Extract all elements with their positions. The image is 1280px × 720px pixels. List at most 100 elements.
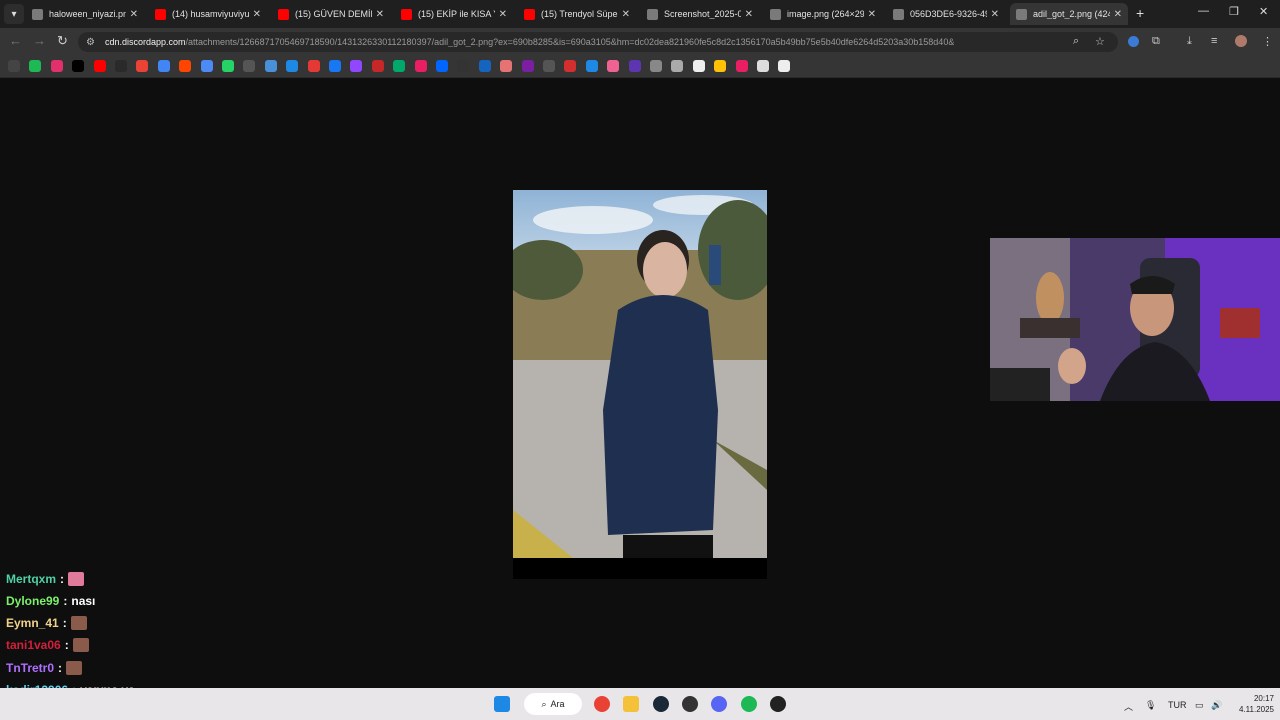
emote-icon: [68, 572, 85, 586]
bookmark-icon[interactable]: [50, 60, 63, 72]
minimize-icon[interactable]: —: [1198, 5, 1209, 17]
close-tab-icon[interactable]: ✕: [868, 9, 876, 20]
clock[interactable]: 20:17 4.11.2025: [1226, 693, 1274, 715]
bookmark-icon[interactable]: [200, 60, 213, 72]
bookmark-icon[interactable]: [500, 60, 513, 72]
bookmark-icon[interactable]: [371, 60, 384, 72]
tab[interactable]: (15) Trendyol Süper L ✕: [518, 3, 636, 25]
restore-icon[interactable]: ❐: [1229, 5, 1239, 18]
tab[interactable]: (15) EKİP ile KISA YO ✕: [395, 3, 513, 25]
microphone-icon[interactable]: 🎙: [1145, 700, 1156, 711]
bookmark-icon[interactable]: [564, 60, 577, 72]
tray-chevron-icon[interactable]: ︿: [1124, 700, 1133, 713]
steam-icon[interactable]: [653, 696, 669, 712]
close-tab-icon[interactable]: ✕: [499, 9, 507, 20]
language-indicator[interactable]: TUR: [1168, 700, 1187, 710]
bookmark-icon[interactable]: [222, 60, 234, 72]
bookmark-icon[interactable]: [478, 60, 491, 72]
bookmark-icon[interactable]: [628, 60, 641, 72]
bookmark-icon[interactable]: [607, 60, 620, 72]
bookmark-icon[interactable]: [115, 60, 127, 72]
bookmark-icon[interactable]: [757, 60, 769, 72]
tab[interactable]: (14) husamviyuviyu 8 ✕: [149, 3, 267, 25]
file-explorer-icon[interactable]: [623, 696, 639, 712]
bookmark-icon[interactable]: [8, 60, 20, 72]
discord-icon[interactable]: [711, 696, 727, 712]
bookmark-icon[interactable]: [307, 60, 320, 72]
avatar[interactable]: [1235, 35, 1247, 47]
bookmark-icon[interactable]: [414, 60, 427, 72]
kebab-menu-icon[interactable]: ⋮: [1262, 35, 1273, 48]
emote-icon: [72, 638, 89, 652]
spotify-icon[interactable]: [741, 696, 757, 712]
close-tab-icon[interactable]: ✕: [130, 9, 138, 20]
address-bar[interactable]: ⚙ cdn.discordapp.com/attachments/1266871…: [78, 32, 1118, 52]
forward-icon[interactable]: →: [33, 33, 46, 48]
bookmark-icon[interactable]: [671, 60, 684, 72]
volume-icon[interactable]: 🔊: [1211, 700, 1222, 711]
bookmark-icon[interactable]: [521, 60, 534, 72]
bookmark-icon[interactable]: [436, 60, 448, 72]
bookmark-icon[interactable]: [157, 60, 170, 72]
app-icon[interactable]: [682, 696, 698, 712]
bookmark-icon[interactable]: [179, 60, 192, 72]
star-icon[interactable]: ☆: [1095, 35, 1105, 48]
new-tab-button[interactable]: +: [1136, 5, 1144, 21]
tab-title: adil_got_2.png (424×: [1033, 9, 1110, 19]
taskbar-search[interactable]: ⌕ Ara: [524, 693, 582, 715]
close-tab-icon[interactable]: ✕: [376, 9, 384, 20]
bookmark-icon[interactable]: [29, 60, 42, 72]
site-info-icon[interactable]: ⚙: [86, 37, 95, 48]
network-icon[interactable]: ▭: [1195, 700, 1204, 711]
zoom-icon[interactable]: ⌕: [1073, 35, 1079, 48]
bookmark-icon[interactable]: [543, 60, 555, 72]
bookmark-icon[interactable]: [243, 60, 256, 72]
youtube-icon: [278, 8, 289, 20]
chat-separator: :: [58, 661, 63, 675]
chat-username: Eymn_41: [6, 616, 59, 630]
bookmark-icon[interactable]: [778, 60, 791, 72]
tab[interactable]: image.png (264×299) ✕: [764, 3, 882, 25]
close-tab-icon[interactable]: ✕: [1114, 9, 1122, 20]
close-tab-icon[interactable]: ✕: [622, 9, 630, 20]
start-icon[interactable]: [494, 696, 510, 712]
reload-icon[interactable]: ↻: [57, 33, 68, 49]
profile-extension-icon[interactable]: [1128, 36, 1139, 47]
globe-icon: [770, 8, 781, 20]
bookmark-icon[interactable]: [286, 60, 299, 72]
back-icon[interactable]: ←: [9, 33, 22, 48]
bookmark-icon[interactable]: [714, 60, 727, 72]
bookmark-icon[interactable]: [393, 60, 406, 72]
puzzle-icon[interactable]: ⧉: [1152, 35, 1160, 48]
chat-message: tani1va06:: [6, 638, 89, 652]
chat-separator: :: [62, 616, 67, 630]
bookmark-icon[interactable]: [136, 60, 149, 72]
bookmark-icon[interactable]: [457, 60, 470, 72]
bookmark-icon[interactable]: [650, 60, 662, 72]
chrome-icon[interactable]: [594, 696, 610, 712]
bookmark-icon[interactable]: [585, 60, 598, 72]
bookmark-icon[interactable]: [72, 60, 85, 72]
bookmark-icon[interactable]: [264, 60, 277, 72]
tab[interactable]: haloween_niyazi.png ✕: [26, 3, 144, 25]
close-window-icon[interactable]: ✕: [1259, 5, 1268, 18]
close-tab-icon[interactable]: ✕: [991, 9, 999, 20]
media-player-icon[interactable]: [770, 696, 786, 712]
taskbar: [0, 688, 1280, 720]
tab[interactable]: adil_got_2.png (424× ✕: [1010, 3, 1128, 25]
url-text[interactable]: cdn.discordapp.com/attachments/126687170…: [105, 37, 954, 47]
download-icon[interactable]: ⤓: [1187, 35, 1192, 48]
tab[interactable]: 056D3DE6-9326-494 ✕: [887, 3, 1005, 25]
media-icon[interactable]: ≡: [1211, 35, 1217, 47]
search-label: Ara: [550, 699, 565, 709]
bookmark-icon[interactable]: [350, 60, 363, 72]
bookmark-icon[interactable]: [329, 60, 341, 72]
tab[interactable]: (15) GÜVEN DEMİR E ✕: [272, 3, 390, 25]
tab-search-button[interactable]: ▾: [4, 4, 24, 24]
bookmark-icon[interactable]: [692, 60, 705, 72]
bookmark-icon[interactable]: [735, 60, 748, 72]
close-tab-icon[interactable]: ✕: [253, 9, 261, 20]
close-tab-icon[interactable]: ✕: [745, 9, 753, 20]
tab[interactable]: Screenshot_2025-05- ✕: [641, 3, 759, 25]
bookmark-icon[interactable]: [93, 60, 106, 72]
